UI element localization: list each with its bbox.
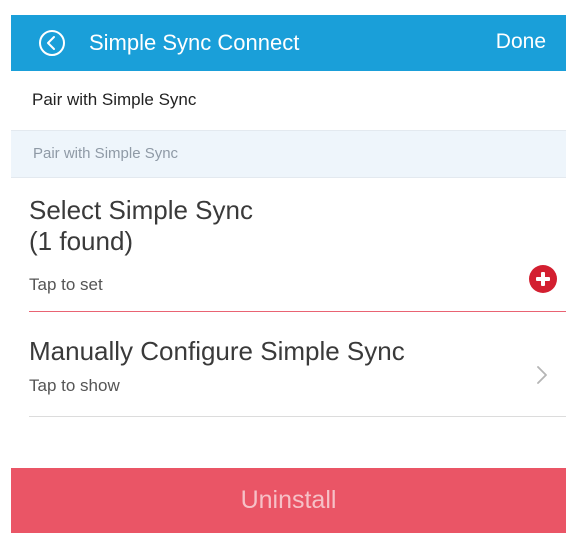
select-title: Select Simple Sync (1 found) xyxy=(29,195,253,257)
manual-configure-item[interactable]: Manually Configure Simple Sync Tap to sh… xyxy=(29,332,566,417)
top-cropped-banner xyxy=(0,0,566,15)
app-screen: Simple Sync Connect Done Pair with Simpl… xyxy=(11,15,566,533)
pair-input[interactable] xyxy=(11,131,553,175)
pair-input-row xyxy=(11,130,566,178)
select-title-line1: Select Simple Sync xyxy=(29,195,253,225)
select-subtitle: Tap to set xyxy=(29,275,103,294)
chevron-right-icon xyxy=(537,366,547,384)
page-title: Simple Sync Connect xyxy=(89,30,300,55)
back-icon[interactable] xyxy=(38,29,66,57)
select-simple-sync-item[interactable]: Select Simple Sync (1 found) Tap to set xyxy=(29,195,566,312)
select-title-line2: (1 found) xyxy=(29,226,134,256)
manual-subtitle: Tap to show xyxy=(29,376,120,395)
manual-title: Manually Configure Simple Sync xyxy=(29,336,405,366)
uninstall-button[interactable]: Uninstall xyxy=(11,468,566,533)
top-bar: Simple Sync Connect Done xyxy=(11,15,566,71)
section-title: Pair with Simple Sync xyxy=(32,90,197,109)
uninstall-label: Uninstall xyxy=(240,486,337,514)
done-button[interactable]: Done xyxy=(496,30,546,54)
add-circle-icon[interactable] xyxy=(528,264,558,294)
